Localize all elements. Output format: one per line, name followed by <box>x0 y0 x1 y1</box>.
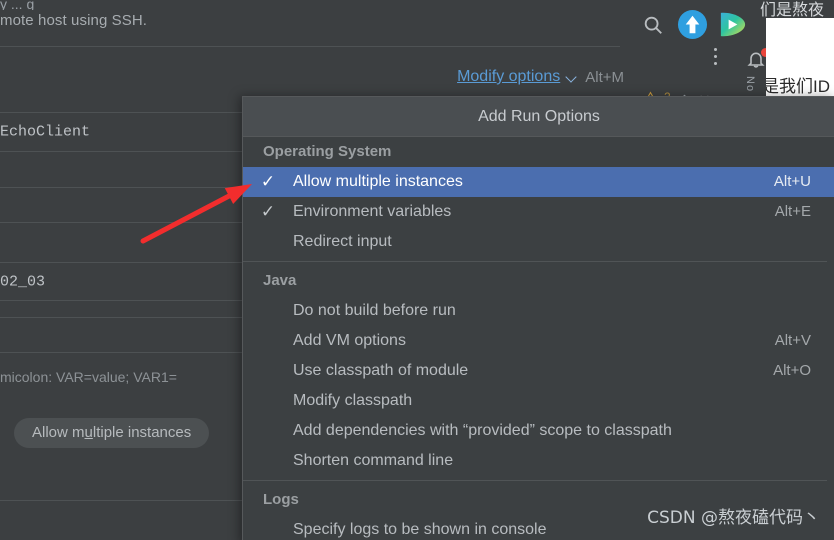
chip-prefix: Allow m <box>32 424 85 441</box>
upload-arrow-icon[interactable] <box>676 8 708 40</box>
field-value-module: 02_03 <box>0 273 46 290</box>
field-row-module[interactable]: 02_03 <box>0 263 242 300</box>
divider-5 <box>0 222 242 223</box>
web-page-text: 是我们ID <box>766 77 830 96</box>
description-text: mote host using SSH. <box>0 12 148 29</box>
field-row-blank-1[interactable] <box>0 152 242 187</box>
menu-item-label: Environment variables <box>293 203 452 220</box>
menu-item-redirect-input[interactable]: Redirect input <box>243 227 834 257</box>
menu-item-modify-classpath[interactable]: Modify classpath <box>243 386 834 416</box>
menu-item-use-classpath-of-module[interactable]: Use classpath of module Alt+O <box>243 356 834 386</box>
check-icon: ✓ <box>260 202 276 221</box>
screenshot-root: y ... g mote host using SSH. Modify opti… <box>0 0 834 540</box>
chevron-down-icon[interactable] <box>567 72 578 83</box>
modify-options-shortcut: Alt+M <box>585 68 624 86</box>
field-row-blank-2[interactable] <box>0 318 242 352</box>
ide-toolbar-strip <box>628 0 750 60</box>
menu-item-label: Redirect input <box>293 233 392 250</box>
bell-icon[interactable] <box>746 48 770 72</box>
search-icon[interactable] <box>640 12 666 38</box>
menu-item-environment-variables[interactable]: ✓ Environment variables Alt+E <box>243 197 834 227</box>
menu-item-label: Shorten command line <box>293 452 454 469</box>
menu-item-label: Modify classpath <box>293 392 413 409</box>
modify-options-link[interactable]: Modify options <box>457 68 560 86</box>
menu-item-shortcut: Alt+V <box>774 332 811 349</box>
menu-item-shortcut: Alt+O <box>773 362 811 379</box>
menu-item-allow-multiple-instances[interactable]: ✓ Allow multiple instances Alt+U <box>243 167 834 197</box>
menu-item-label: Do not build before run <box>293 302 456 319</box>
menu-item-label: Add dependencies with “provided” scope t… <box>293 422 672 439</box>
allow-multiple-instances-chip[interactable]: Allow multiple instances <box>14 418 210 448</box>
menu-item-label: Add VM options <box>293 332 406 349</box>
more-vertical-icon[interactable] <box>714 48 717 65</box>
modify-options-row[interactable]: Modify options Alt+M <box>457 68 624 86</box>
section-label-java: Java <box>263 272 297 289</box>
menu-item-label: Allow multiple instances <box>293 173 463 190</box>
popup-title: Add Run Options <box>243 97 834 137</box>
csdn-watermark: CSDN @熬夜磕代码丶 <box>647 508 820 528</box>
chip-suffix: ltiple instances <box>92 424 192 441</box>
menu-item-label: Use classpath of module <box>293 362 469 379</box>
divider-9 <box>0 352 242 353</box>
env-vars-hint: micolon: VAR=value; VAR1= <box>0 369 177 385</box>
chip-mnemonic: u <box>84 424 93 441</box>
menu-separator-2 <box>243 480 827 481</box>
field-value-main-class: EchoClient <box>0 123 91 141</box>
add-run-options-popup: Add Run Options Operating System ✓ Allow… <box>242 96 834 540</box>
divider-10 <box>0 500 242 501</box>
menu-separator-1 <box>243 261 827 262</box>
check-icon: ✓ <box>260 172 276 191</box>
vertical-label: No <box>744 76 756 93</box>
divider-4 <box>0 187 242 188</box>
menu-item-add-provided-dependencies[interactable]: Add dependencies with “provided” scope t… <box>243 416 834 446</box>
menu-item-shortcut: Alt+U <box>773 173 811 190</box>
divider-7 <box>0 300 242 301</box>
cjk-header-clipped: 们是熬夜 <box>760 2 825 19</box>
divider-1 <box>0 46 620 47</box>
menu-item-do-not-build-before-run[interactable]: Do not build before run <box>243 296 834 326</box>
menu-item-shorten-command-line[interactable]: Shorten command line <box>243 446 834 476</box>
web-page-panel: 是我们ID <box>766 18 834 108</box>
menu-item-shortcut: Alt+E <box>774 203 811 220</box>
section-label-operating-system: Operating System <box>263 143 392 160</box>
play-colored-icon[interactable] <box>716 8 748 40</box>
menu-item-add-vm-options[interactable]: Add VM options Alt+V <box>243 326 834 356</box>
field-row-main-class[interactable]: EchoClient <box>0 113 242 151</box>
description-clipped-line: y ... g <box>0 0 35 10</box>
